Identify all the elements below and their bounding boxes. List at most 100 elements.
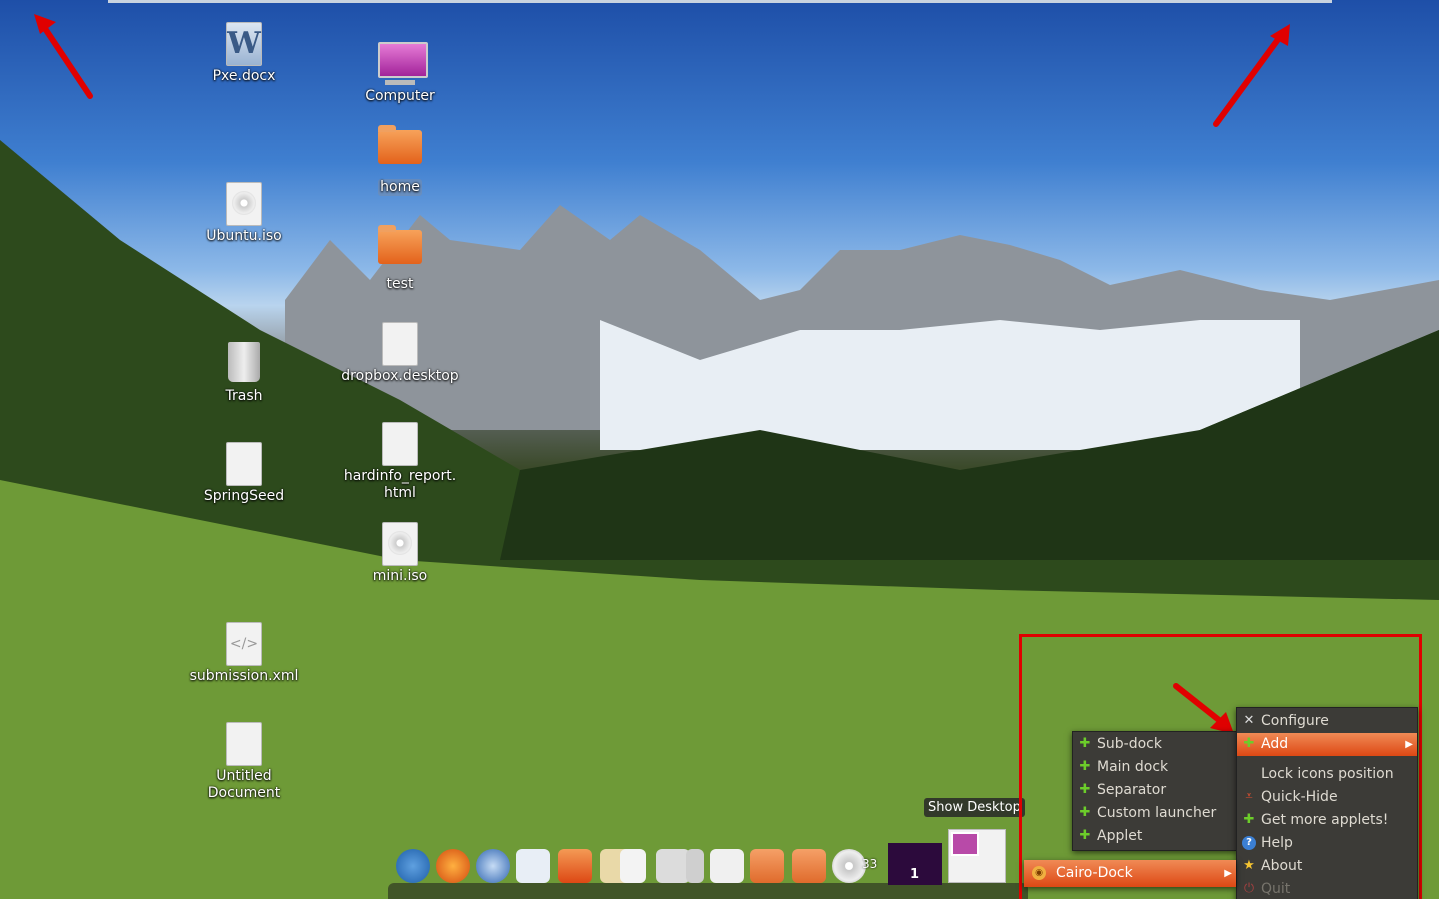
icon-label: Trash [225, 388, 263, 404]
menu-item-label: Help [1261, 835, 1293, 851]
cairo-dock-menu-entry: ◉ Cairo-Dock ▶ [1024, 860, 1236, 887]
menu-item-add[interactable]: ✚ Add ▶ [1237, 733, 1417, 756]
icon-label: home [378, 179, 422, 196]
home-folder-icon [378, 125, 422, 174]
menu-item-quick-hide[interactable]: ⩡ Quick-Hide [1237, 786, 1417, 809]
text-editor-icon[interactable] [710, 849, 744, 883]
desktop-icon-dropbox-desktop[interactable]: dropbox.desktop [340, 322, 460, 385]
menu-item-help[interactable]: ? Help [1237, 832, 1417, 855]
workspace-switcher[interactable]: 1 [888, 843, 942, 885]
menu-item-label: Sub-dock [1097, 736, 1162, 752]
menu-item-lock-icons-position[interactable]: Lock icons position [1237, 763, 1417, 786]
icon-label: SpringSeed [203, 488, 285, 504]
top-panel-edge [108, 0, 1332, 3]
html-file-icon [378, 422, 422, 466]
dock-background [388, 883, 1028, 899]
backup-icon[interactable] [750, 849, 784, 883]
help-icon: ? [1242, 836, 1256, 850]
plus-icon: ✚ [1079, 828, 1091, 843]
computer-icon [378, 42, 428, 86]
cairo-dock-icon: ◉ [1032, 866, 1046, 880]
menu-item-label: Lock icons position [1261, 766, 1394, 782]
menu-item-configure[interactable]: ✕ Configure [1237, 710, 1417, 733]
text-file-icon [378, 322, 422, 366]
desktop-icon-springseed[interactable]: SpringSeed [184, 442, 304, 505]
menu-item-separator[interactable]: ✚ Separator [1073, 779, 1237, 802]
blank-file-icon [222, 442, 266, 486]
desktop-icon-test[interactable]: test [340, 222, 460, 293]
icon-label: Computer [365, 88, 435, 104]
menu-item-custom-launcher[interactable]: ✚ Custom launcher [1073, 802, 1237, 825]
icon-label: Untitled Document [207, 768, 281, 801]
chat-icon[interactable] [516, 849, 550, 883]
menu-item-label: Main dock [1097, 759, 1169, 775]
desktop-icon-home[interactable]: home [340, 122, 460, 196]
desktop-icon-computer[interactable]: Computer [340, 42, 460, 105]
menu-item-applet[interactable]: ✚ Applet [1073, 825, 1237, 848]
desktop-icon-hardinfo-report[interactable]: hardinfo_report. html [340, 422, 460, 502]
presentation-icon[interactable] [620, 849, 646, 883]
menu-item-quit[interactable]: ⏻ Quit [1237, 878, 1417, 899]
submenu-arrow-icon: ▶ [1405, 739, 1413, 750]
disc-count-badge: 33 [862, 857, 878, 871]
menu-item-label: Separator [1097, 782, 1167, 798]
downloads-icon[interactable] [792, 849, 826, 883]
quick-hide-icon: ⩡ [1245, 789, 1253, 804]
menu-item-label: Quit [1261, 881, 1291, 897]
icon-label: test [386, 276, 414, 292]
icon-label: Ubuntu.iso [206, 228, 282, 244]
plus-icon: ✚ [1079, 805, 1091, 820]
dock-tooltip: Show Desktop [924, 798, 1025, 817]
plus-icon: ✚ [1243, 736, 1255, 751]
plus-icon: ✚ [1243, 812, 1255, 827]
desktop-icon-trash[interactable]: Trash [184, 342, 304, 405]
menu-item-label: Get more applets! [1261, 812, 1389, 828]
menu-item-main-dock[interactable]: ✚ Main dock [1073, 756, 1237, 779]
software-center-icon[interactable] [558, 849, 592, 883]
red-annotation-arrow-icon [34, 14, 93, 99]
icon-label: submission.xml [189, 668, 299, 684]
plus-icon: ✚ [1079, 782, 1091, 797]
icon-label: mini.iso [372, 568, 428, 584]
icon-label: Pxe.docx [212, 68, 276, 84]
quit-icon: ⏻ [1243, 881, 1255, 896]
cairo-dock-context-menu: ✕ Configure ✚ Add ▶ Lock icons position ⩡ Qu… [1236, 707, 1418, 899]
menu-item-label: Add [1261, 736, 1289, 752]
desktop-icon-untitled-document[interactable]: Untitled Document [184, 722, 304, 802]
plus-icon: ✚ [1079, 759, 1091, 774]
menu-item-label: About [1261, 858, 1303, 874]
trash-icon [222, 342, 266, 386]
calculator-icon[interactable] [656, 849, 690, 883]
firefox-icon[interactable] [436, 849, 470, 883]
menu-item-get-more-applets[interactable]: ✚ Get more applets! [1237, 809, 1417, 832]
configure-icon: ✕ [1243, 713, 1255, 728]
desktop-icon-pxe-docx[interactable]: W Pxe.docx [184, 22, 304, 85]
icon-label: dropbox.desktop [341, 368, 459, 384]
text-file-icon [222, 722, 266, 766]
menu-item-sub-dock[interactable]: ✚ Sub-dock [1073, 733, 1237, 756]
menu-separator [1237, 756, 1417, 763]
menu-item-label: Cairo-Dock [1056, 865, 1133, 881]
submenu-arrow-icon: ▶ [1224, 868, 1232, 879]
menu-item-about[interactable]: ★ About [1237, 855, 1417, 878]
desktop-icon-submission-xml[interactable]: </> submission.xml [184, 622, 304, 685]
menu-item-label: Quick-Hide [1261, 789, 1338, 805]
desktop: W Pxe.docx Computer home Ubuntu.iso test… [0, 0, 1439, 899]
desktop-icon-ubuntu-iso[interactable]: Ubuntu.iso [184, 182, 304, 245]
star-icon: ★ [1243, 858, 1255, 873]
show-desktop-icon[interactable] [948, 829, 1006, 883]
menu-item-cairo-dock[interactable]: ◉ Cairo-Dock ▶ [1024, 860, 1236, 887]
xml-file-icon: </> [222, 622, 266, 666]
disc-image-icon [222, 182, 266, 226]
disc-icon[interactable] [832, 849, 866, 883]
word-doc-icon: W [222, 22, 266, 66]
thunderbird-icon[interactable] [476, 849, 510, 883]
desktop-icon-mini-iso[interactable]: mini.iso [340, 522, 460, 585]
upload-icon[interactable] [686, 849, 704, 883]
icon-label: hardinfo_report. html [343, 468, 457, 501]
plus-icon: ✚ [1079, 736, 1091, 751]
disc-image-icon [378, 522, 422, 566]
red-annotation-arrow-icon [1213, 24, 1290, 127]
accessibility-icon[interactable] [396, 849, 430, 883]
menu-item-label: Custom launcher [1097, 805, 1217, 821]
